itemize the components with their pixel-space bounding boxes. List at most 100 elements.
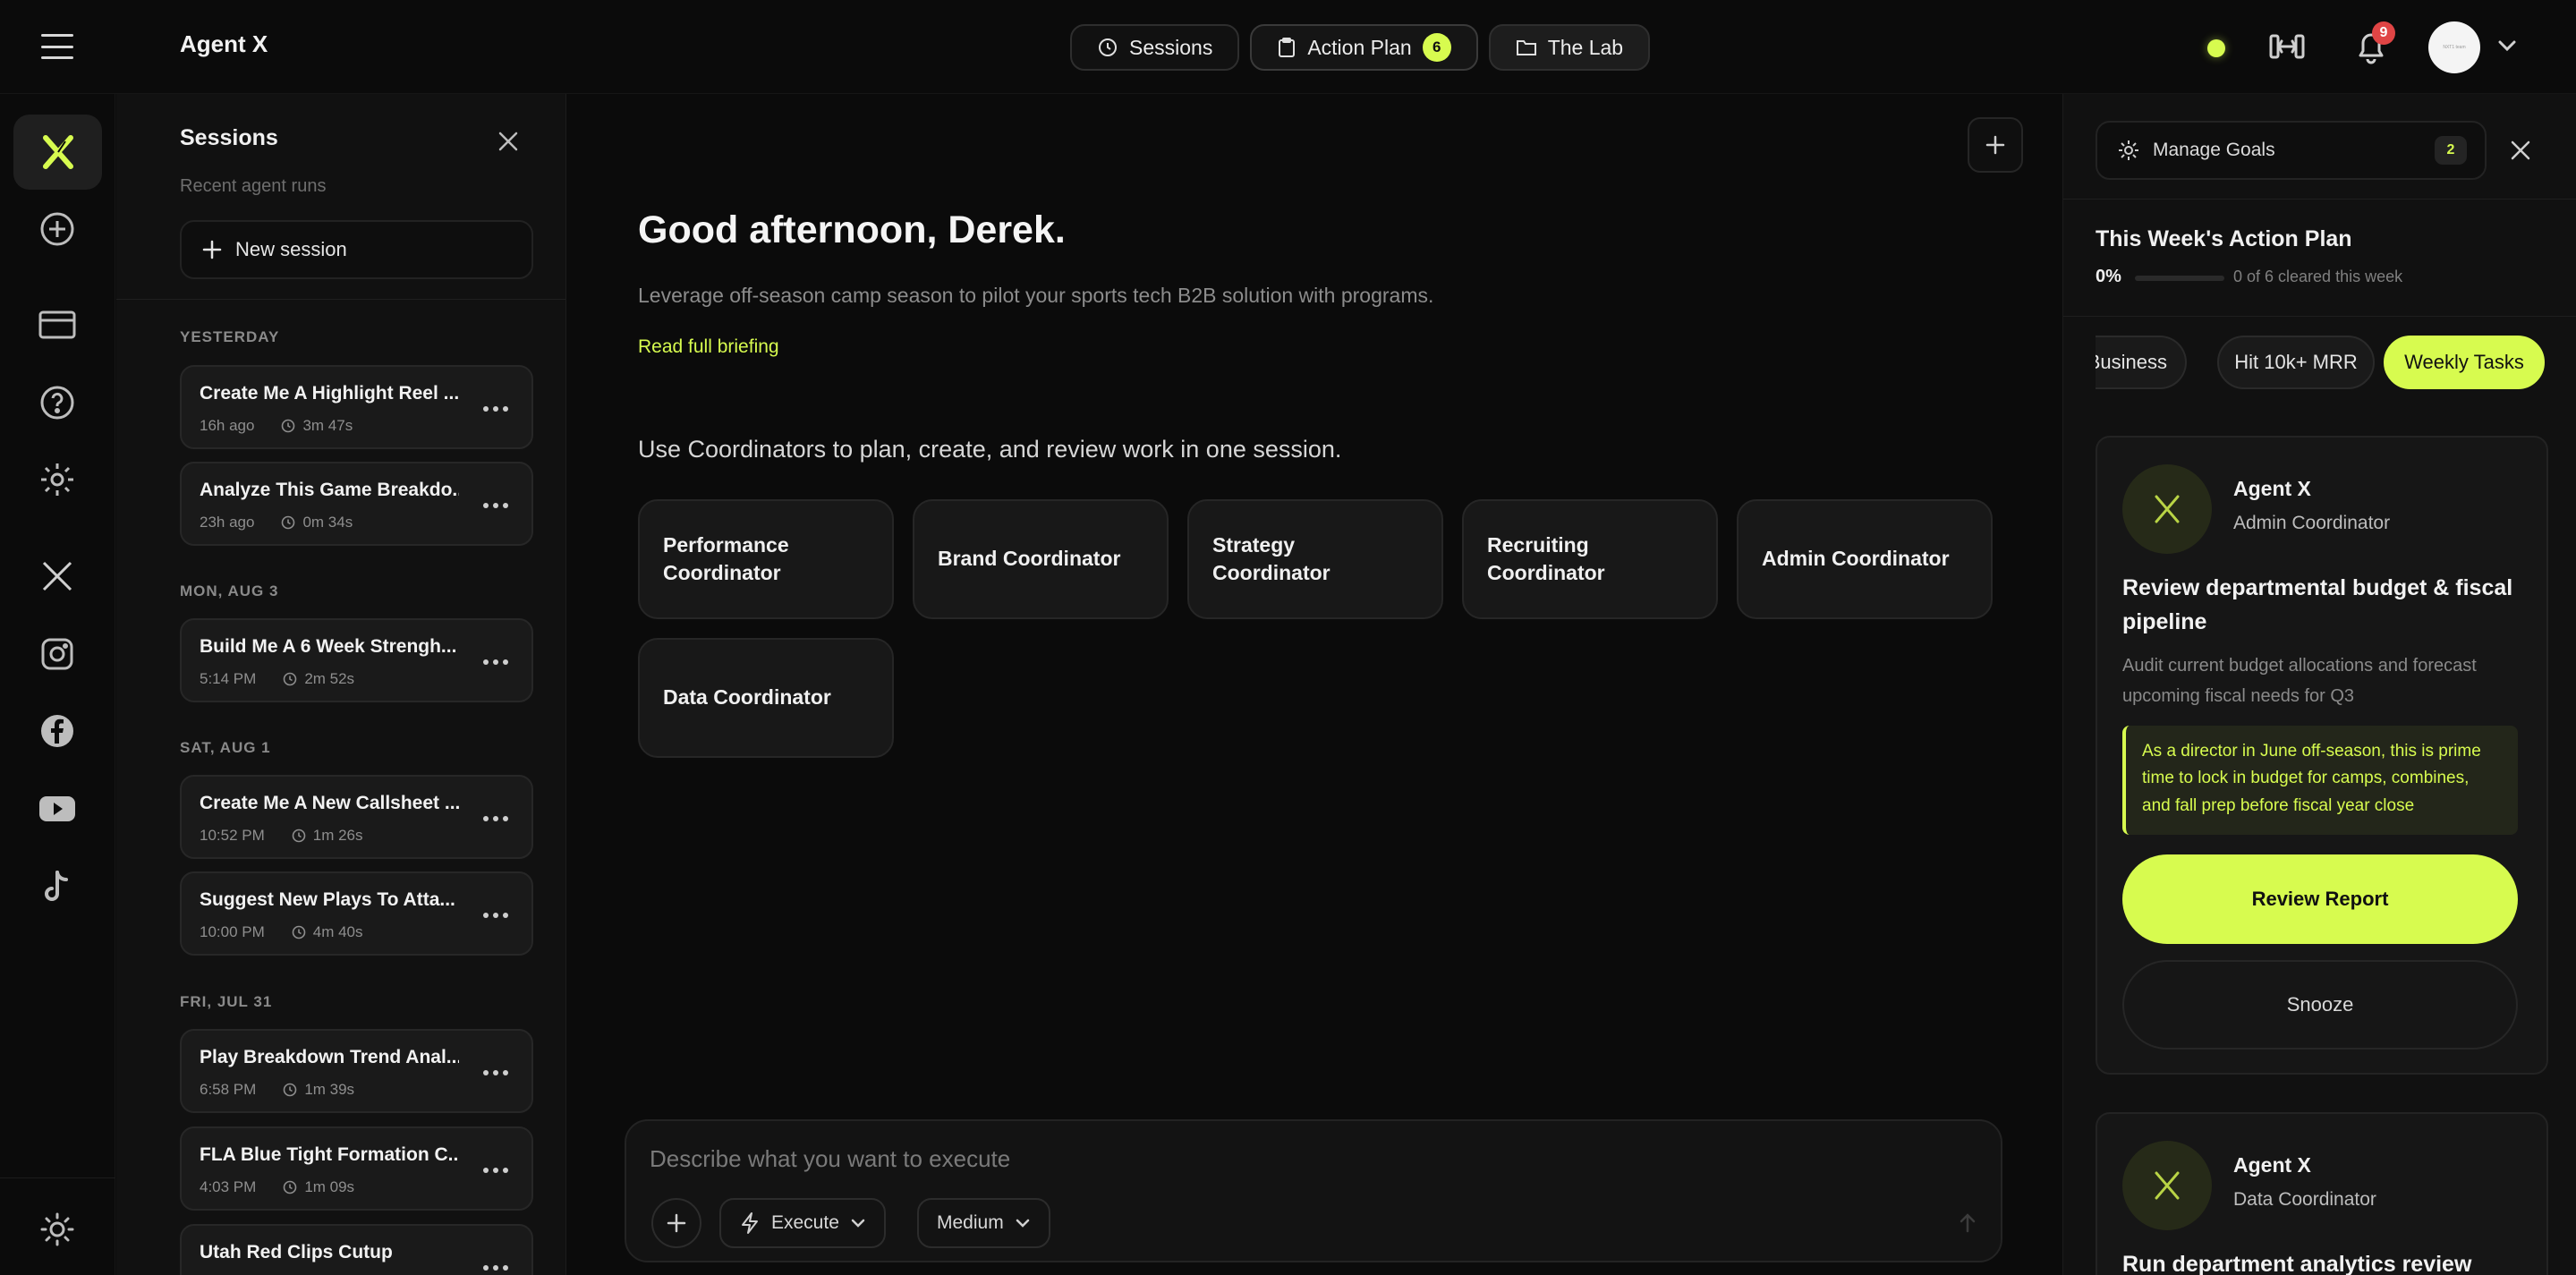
session-card[interactable]: Utah Red Clips Cutup [180,1224,533,1275]
coordinator-card-performance[interactable]: Performance Coordinator [638,499,894,619]
more-options-icon[interactable] [480,908,511,922]
panel-divider [2063,199,2576,200]
nav-the-lab-button[interactable]: The Lab [1488,24,1651,71]
session-title: Analyze This Game Breakdo... [200,480,459,500]
goal-tabs: Business Hit 10k+ MRR Weekly Tasks [2096,336,2576,393]
session-duration: 1m 39s [304,1081,355,1098]
folder-icon [1516,40,1536,55]
snooze-button[interactable]: Snooze [2122,960,2518,1050]
composer: Execute Medium [625,1119,2002,1262]
avatar-text: NXT1 team [2443,45,2466,50]
sessions-subtitle: Recent agent runs [180,176,327,196]
session-card[interactable]: Suggest New Plays To Atta... 10:00 PM 4m … [180,871,533,956]
coordinator-card-recruiting[interactable]: Recruiting Coordinator [1462,499,1718,619]
agent-x-logo-icon [2122,1141,2212,1230]
group-label: MON, AUG 3 [180,582,279,599]
review-report-button[interactable]: Review Report [2122,854,2518,944]
session-time: 23h ago [200,514,255,531]
agent-role: Data Coordinator [2233,1189,2376,1210]
sun-icon[interactable] [34,1206,81,1253]
more-options-icon[interactable] [480,812,511,826]
group-label: SAT, AUG 1 [180,739,271,756]
facebook-icon[interactable] [34,708,81,754]
sessions-panel: Sessions Recent agent runs New session Y… [116,94,566,1275]
session-duration: 2m 52s [304,670,355,687]
settings-icon[interactable] [34,456,81,503]
session-card[interactable]: Analyze This Game Breakdo... 23h ago 0m 3… [180,462,533,546]
new-chat-button[interactable] [1968,117,2023,173]
x-social-icon[interactable] [34,553,81,599]
coordinator-card-data[interactable]: Data Coordinator [638,638,894,758]
clock-icon [282,419,295,433]
task-card: Agent X Data Coordinator Run department … [2096,1112,2548,1275]
chevron-down-icon [851,1219,865,1228]
tab-business[interactable]: Business [2096,336,2187,389]
session-card[interactable]: Create Me A New Callsheet ... 10:52 PM 1m… [180,775,533,859]
session-duration: 1m 26s [312,827,363,844]
coordinator-card-brand[interactable]: Brand Coordinator [913,499,1169,619]
agent-name: Agent X [2233,477,2311,500]
send-button[interactable] [1948,1203,1987,1243]
prompt-input[interactable] [650,1141,1813,1177]
session-time: 16h ago [200,417,255,434]
help-icon[interactable] [34,379,81,426]
session-card[interactable]: Build Me A 6 Week Strengh... 5:14 PM 2m 5… [180,618,533,702]
agent-name: Agent X [2233,1153,2311,1177]
sessions-title: Sessions [180,125,278,150]
agent-x-logo-icon [2122,464,2212,554]
card-icon[interactable] [34,302,81,348]
clock-icon [1099,38,1117,56]
mode-select[interactable]: Execute [719,1198,886,1248]
session-meta: 6:58 PM 1m 39s [200,1081,354,1099]
tab-weekly-tasks[interactable]: Weekly Tasks [2384,336,2545,389]
dumbbell-icon[interactable] [2267,30,2307,63]
chevron-down-icon[interactable] [2496,38,2518,54]
session-meta: 23h ago 0m 34s [200,514,353,531]
chevron-down-icon [1016,1219,1029,1228]
session-card[interactable]: Create Me A Highlight Reel ... 16h ago 3m… [180,365,533,449]
lightning-icon [742,1212,758,1234]
agent-x-logo-icon[interactable] [13,115,102,190]
plus-circle-icon[interactable] [34,206,81,252]
session-card[interactable]: Play Breakdown Trend Anal... 6:58 PM 1m 3… [180,1029,533,1113]
nav-sessions-button[interactable]: Sessions [1070,24,1240,71]
briefing-text: Leverage off-season camp season to pilot… [638,284,1434,307]
menu-icon[interactable] [41,34,73,59]
session-time: 5:14 PM [200,670,257,687]
coordinator-card-strategy[interactable]: Strategy Coordinator [1187,499,1443,619]
coordinator-card-admin[interactable]: Admin Coordinator [1737,499,1993,619]
manage-goals-button[interactable]: Manage Goals 2 [2096,121,2487,180]
session-title: Utah Red Clips Cutup [200,1242,393,1262]
close-icon[interactable] [497,130,520,153]
app-title: Agent X [180,30,268,57]
tiktok-icon[interactable] [34,863,81,910]
task-card: Agent X Admin Coordinator Review departm… [2096,436,2548,1075]
attach-button[interactable] [651,1198,701,1248]
nav-action-plan-button[interactable]: Action Plan 6 [1250,24,1478,71]
more-options-icon[interactable] [480,498,511,513]
new-session-button[interactable]: New session [180,220,533,279]
tab-hit-10k-mrr[interactable]: Hit 10k+ MRR [2217,336,2375,389]
notification-badge: 9 [2372,21,2395,45]
session-card[interactable]: FLA Blue Tight Formation C... 4:03 PM 1m … [180,1126,533,1211]
avatar[interactable]: NXT1 team [2428,21,2480,73]
session-time: 10:52 PM [200,827,265,844]
youtube-icon[interactable] [34,786,81,832]
close-icon[interactable] [2509,139,2532,162]
more-options-icon[interactable] [480,1163,511,1177]
level-select[interactable]: Medium [917,1198,1050,1248]
nav-sessions-label: Sessions [1129,35,1213,59]
session-title: Build Me A 6 Week Strengh... [200,636,457,657]
clock-icon [284,672,297,686]
more-options-icon[interactable] [480,655,511,669]
more-options-icon[interactable] [480,402,511,416]
action-plan-badge: 6 [1422,33,1451,62]
more-options-icon[interactable] [480,1261,511,1275]
panel-divider [2063,316,2576,317]
read-briefing-link[interactable]: Read full briefing [638,336,779,358]
clock-icon [292,829,306,843]
plan-percent: 0% [2096,267,2121,286]
top-nav: Sessions Action Plan 6 The Lab [1070,24,1651,71]
instagram-icon[interactable] [34,631,81,677]
more-options-icon[interactable] [480,1066,511,1080]
